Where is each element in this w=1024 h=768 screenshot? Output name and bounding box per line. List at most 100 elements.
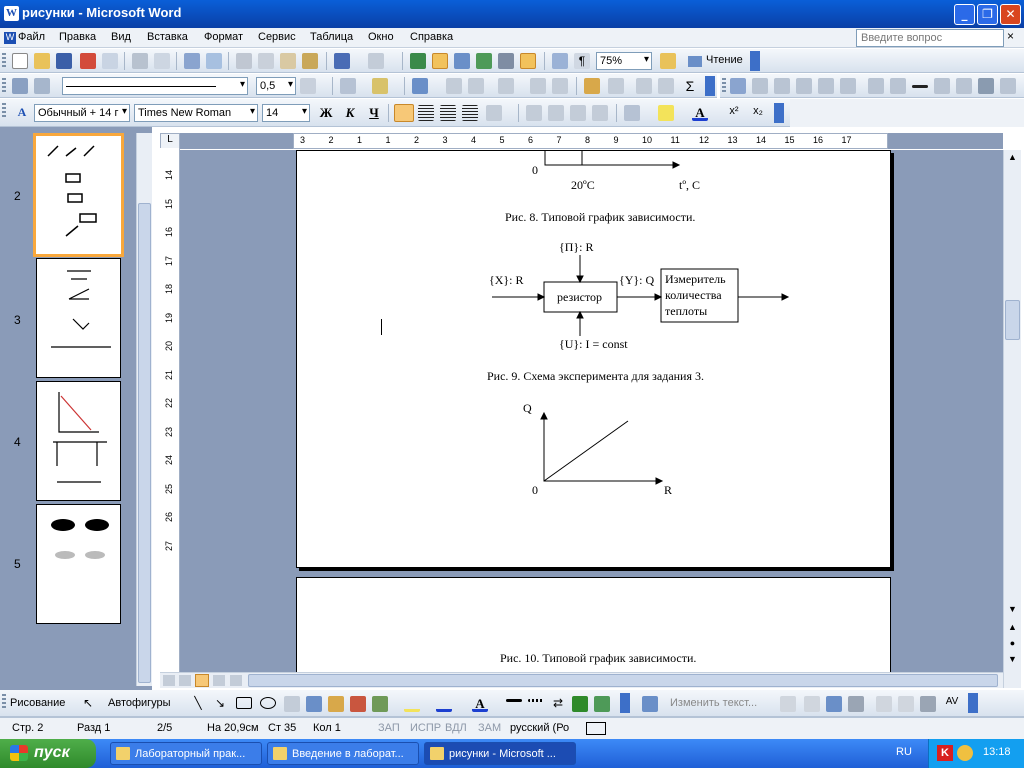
char-spacing-icon[interactable]: AV: [944, 696, 960, 712]
align-cell-icon[interactable]: [498, 78, 514, 94]
wordart-icon[interactable]: [306, 696, 322, 712]
line-spacing-icon[interactable]: [486, 105, 502, 121]
more-contrast-icon[interactable]: [774, 78, 790, 94]
ask-question-input[interactable]: Введите вопрос: [856, 29, 1004, 47]
subscript-icon[interactable]: x₂: [750, 105, 766, 121]
clipart-icon[interactable]: [350, 696, 366, 712]
web-view-icon[interactable]: [179, 675, 191, 686]
line-style-icon[interactable]: [912, 85, 928, 88]
menu-file[interactable]: Файл: [18, 31, 45, 43]
draw-table-icon[interactable]: [12, 78, 28, 94]
research-icon[interactable]: [206, 53, 222, 69]
vertical-text-icon[interactable]: [898, 696, 914, 712]
format-picture-icon[interactable]: [978, 78, 994, 94]
styles-icon[interactable]: A: [14, 105, 30, 121]
line-width-select[interactable]: 0,5: [256, 77, 296, 95]
font-size-select[interactable]: 14: [262, 104, 310, 122]
line-color-icon[interactable]: [436, 696, 452, 712]
insert-table-icon[interactable]: [454, 53, 470, 69]
doc-menu-icon[interactable]: W: [4, 32, 16, 44]
highlight-icon[interactable]: [658, 105, 674, 121]
toolbar-options-icon[interactable]: [750, 51, 760, 71]
title-bar[interactable]: W рисунки - Microsoft Word _ ❐ ✕: [0, 0, 1024, 28]
document-page-next[interactable]: Рис. 10. Типовой график зависимости.: [296, 577, 891, 674]
bullets-icon[interactable]: [548, 105, 564, 121]
horizontal-ruler[interactable]: 3 2 1 1 2 3 4 5 6 7 8 9 10 11 12 13 14 15 16 17: [180, 133, 1003, 149]
antivirus-icon[interactable]: K: [937, 745, 953, 761]
bold-button[interactable]: Ж: [318, 105, 334, 121]
horizontal-scrollbar[interactable]: [160, 672, 1003, 688]
borders-icon[interactable]: [340, 78, 356, 94]
justify-button[interactable]: [462, 105, 478, 121]
align-center-button[interactable]: [418, 105, 434, 121]
menu-tools[interactable]: Сервис: [258, 31, 296, 43]
crop-icon[interactable]: [868, 78, 884, 94]
next-page-icon[interactable]: ▼: [1005, 654, 1020, 668]
tab-selector[interactable]: L: [160, 133, 180, 149]
vertical-ruler[interactable]: 14 15 16 17 18 19 20 21 22 23 24 25 26 27: [160, 148, 180, 688]
sort-desc-icon[interactable]: [658, 78, 674, 94]
copy-icon[interactable]: [258, 53, 274, 69]
oval-icon[interactable]: [260, 697, 276, 709]
toolbar-grip[interactable]: [2, 78, 6, 94]
taskbar-item[interactable]: Введение в лаборат...: [267, 742, 419, 765]
toolbar-grip[interactable]: [2, 103, 6, 119]
toolbar-grip[interactable]: [722, 78, 726, 94]
split-cells-icon[interactable]: [468, 78, 484, 94]
email-icon[interactable]: [102, 53, 118, 69]
less-brightness-icon[interactable]: [840, 78, 856, 94]
spelling-status-icon[interactable]: [586, 722, 606, 735]
align-left-button[interactable]: [394, 104, 414, 122]
help-icon[interactable]: [660, 53, 676, 69]
thumbnail-page-5[interactable]: [36, 504, 121, 624]
edit-text-button[interactable]: Изменить текст...: [670, 697, 757, 709]
minimize-button[interactable]: _: [954, 4, 975, 25]
compress-icon[interactable]: [934, 78, 950, 94]
print-layout-icon[interactable]: [195, 674, 209, 687]
font-color-icon[interactable]: A: [692, 105, 708, 121]
italic-button[interactable]: К: [342, 105, 358, 121]
rectangle-icon[interactable]: [236, 697, 252, 709]
autoshapes-menu[interactable]: Автофигуры: [108, 697, 171, 709]
insert-table-icon-2[interactable]: [412, 78, 428, 94]
close-button[interactable]: ✕: [1000, 4, 1021, 25]
shading-icon[interactable]: [372, 78, 388, 94]
outside-border-icon[interactable]: [624, 105, 640, 121]
tray-app-icon[interactable]: [957, 745, 973, 761]
draw-menu[interactable]: Рисование: [10, 697, 65, 709]
menu-window[interactable]: Окно: [368, 31, 394, 43]
scroll-thumb[interactable]: [138, 203, 151, 683]
maximize-button[interactable]: ❐: [977, 4, 998, 25]
sort-asc-icon[interactable]: [636, 78, 652, 94]
menu-edit[interactable]: Правка: [59, 31, 96, 43]
permission-icon[interactable]: [80, 53, 96, 69]
textbox-icon[interactable]: [284, 696, 300, 712]
hscroll-thumb[interactable]: [248, 674, 998, 687]
zoom-select[interactable]: 75%: [596, 52, 652, 70]
toolbar-grip[interactable]: [2, 53, 6, 69]
rotate-icon[interactable]: [890, 78, 906, 94]
insert-picture-icon[interactable]: [730, 78, 746, 94]
document-map-icon[interactable]: [552, 53, 568, 69]
arrow-icon[interactable]: ↘: [212, 696, 228, 712]
paste-icon[interactable]: [280, 53, 296, 69]
menu-format[interactable]: Формат: [204, 31, 243, 43]
increase-indent-icon[interactable]: [592, 105, 608, 121]
print-icon[interactable]: [132, 53, 148, 69]
status-extend[interactable]: ВДЛ: [445, 722, 467, 734]
insert-excel-icon[interactable]: [476, 53, 492, 69]
format-painter-icon[interactable]: [302, 53, 318, 69]
toolbar-grip[interactable]: [2, 694, 6, 710]
text-direction-icon[interactable]: [608, 78, 624, 94]
reading-view-icon[interactable]: [230, 675, 242, 686]
scroll-thumb[interactable]: [1005, 300, 1020, 340]
font-select[interactable]: Times New Roman: [134, 104, 258, 122]
select-objects-icon[interactable]: ↖: [80, 696, 96, 712]
reset-picture-icon[interactable]: [1000, 78, 1016, 94]
distribute-columns-icon[interactable]: [552, 78, 568, 94]
decrease-indent-icon[interactable]: [570, 105, 586, 121]
distribute-rows-icon[interactable]: [530, 78, 546, 94]
menu-table[interactable]: Таблица: [310, 31, 353, 43]
line-style-select[interactable]: [62, 77, 248, 95]
alignment-icon[interactable]: [920, 696, 936, 712]
